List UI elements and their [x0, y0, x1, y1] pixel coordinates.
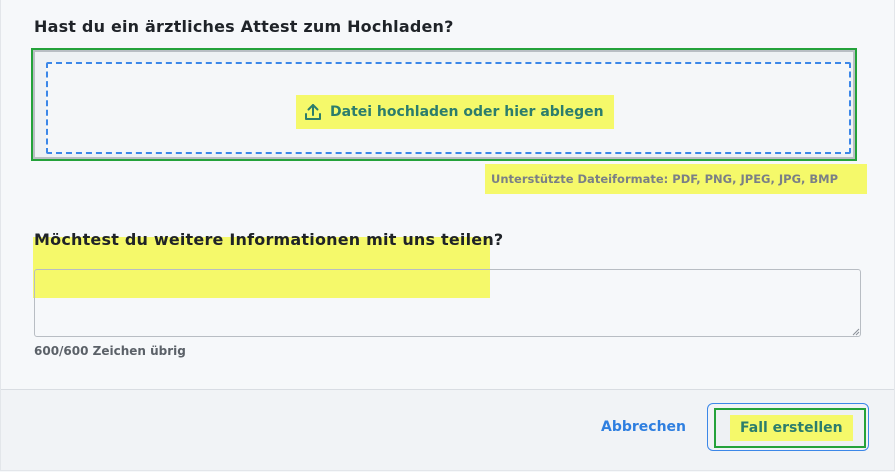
supported-formats-hint: Unterstützte Dateiformate: PDF, PNG, JPE…: [485, 164, 867, 194]
additional-info-textarea[interactable]: [34, 269, 861, 337]
attachment-question-label: Hast du ein ärztliches Attest zum Hochla…: [34, 17, 454, 36]
create-case-button[interactable]: Fall erstellen: [714, 408, 866, 448]
dialog-footer: Abbrechen Fall erstellen: [1, 389, 894, 470]
upload-button[interactable]: Datei hochladen oder hier ablegen: [296, 95, 614, 129]
create-case-dialog: Hast du ein ärztliches Attest zum Hochla…: [0, 0, 895, 471]
upload-icon: [304, 103, 322, 121]
cancel-button[interactable]: Abbrechen: [599, 416, 688, 438]
info-question-label: Möchtest du weitere Informationen mit un…: [34, 230, 504, 249]
create-case-label: Fall erstellen: [730, 415, 853, 441]
file-drop-zone[interactable]: Datei hochladen oder hier ablegen: [46, 62, 851, 154]
upload-focus-frame: Datei hochladen oder hier ablegen: [31, 48, 857, 161]
char-counter: 600/600 Zeichen übrig: [34, 344, 186, 358]
resize-handle-icon[interactable]: [852, 328, 860, 336]
upload-label: Datei hochladen oder hier ablegen: [330, 104, 604, 120]
